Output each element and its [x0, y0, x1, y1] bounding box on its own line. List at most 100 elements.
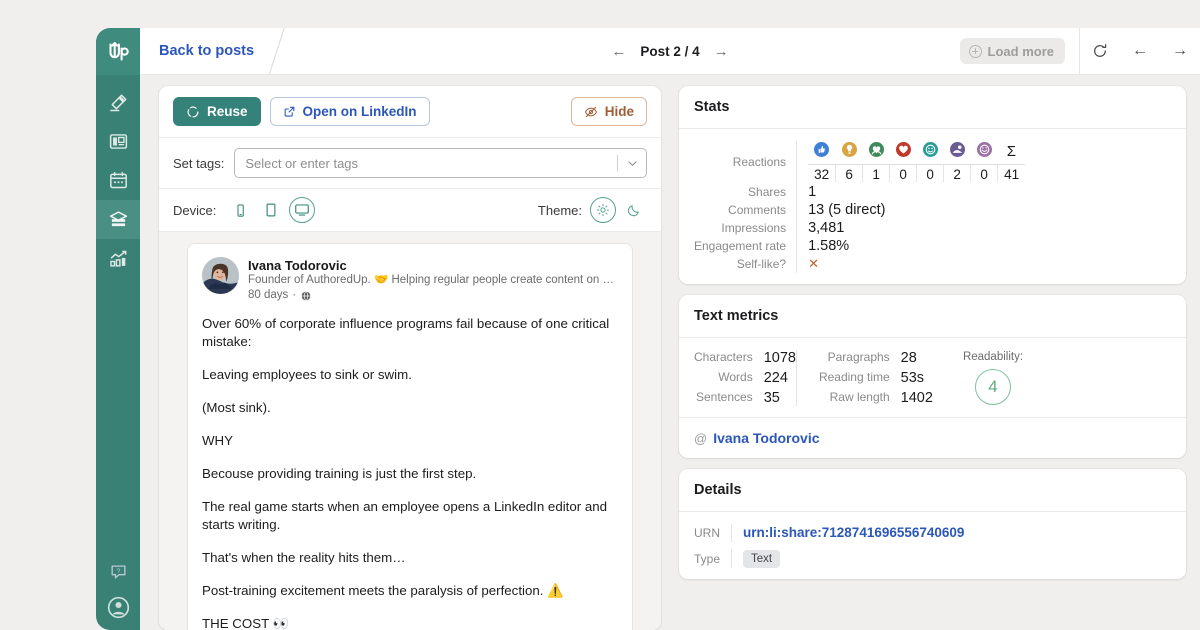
browser-back-button[interactable]: ← — [1120, 28, 1160, 75]
open-on-linkedin-button[interactable]: Open on LinkedIn — [269, 97, 430, 126]
moon-icon — [627, 205, 639, 217]
reaction-count: 32 — [808, 164, 837, 182]
characters-label: Characters — [694, 350, 753, 364]
hands-heart-icon — [868, 142, 884, 157]
urn-value[interactable]: urn:li:share:7128741696556740609 — [743, 525, 964, 540]
post-paragraph: Over 60% of corporate influence programs… — [202, 316, 610, 349]
device-desktop-button[interactable] — [289, 197, 316, 223]
svg-text:?: ? — [116, 567, 120, 574]
avatar — [202, 257, 239, 294]
refresh-button[interactable] — [1080, 28, 1120, 75]
author-name: Ivana Todorovic — [248, 258, 347, 273]
post-timestamp: 80 days — [248, 289, 289, 301]
self-like-label: Self-like? — [736, 257, 787, 271]
plus-circle-icon — [968, 44, 982, 58]
engagement-rate-value: 1.58% — [796, 237, 1171, 255]
browser-forward-button[interactable]: → — [1160, 28, 1200, 75]
text-metrics-title: Text metrics — [679, 295, 1186, 338]
characters-value: 1078 — [763, 350, 796, 366]
reaction-insightful-icon-cell[interactable] — [916, 142, 944, 165]
sidebar-item-help[interactable]: ? — [105, 558, 131, 584]
reaction-like-icon-cell[interactable] — [808, 142, 836, 165]
sun-icon — [596, 203, 610, 217]
readability-widget: Readability: 4 — [963, 350, 1023, 405]
load-more-button[interactable]: Load more — [959, 38, 1065, 64]
reading-time-label: Reading time — [818, 370, 890, 384]
stats-card: Stats Reactions Σ 32 6 1 0 0 2 0 41 Shar… — [679, 86, 1186, 284]
sidebar-bottom-nav: ? — [96, 558, 140, 620]
analytics-column: Stats Reactions Σ 32 6 1 0 0 2 0 41 Shar… — [672, 86, 1200, 630]
words-label: Words — [718, 370, 753, 384]
set-tags-label: Set tags: — [173, 155, 225, 171]
reaction-icons-row: Σ — [808, 142, 1026, 165]
post-paragraph: THE COST 👀 — [202, 616, 290, 630]
details-body: URN urn:li:share:7128741696556740609 Typ… — [679, 512, 1186, 579]
device-tablet-button[interactable] — [258, 197, 284, 223]
mention-link[interactable]: Ivana Todorovic — [713, 430, 819, 446]
device-mobile-button[interactable] — [227, 197, 253, 223]
chevron-down-icon — [627, 160, 637, 166]
sidebar-item-write-post[interactable] — [96, 83, 140, 122]
reactions-label: Reactions — [732, 155, 787, 169]
readability-label: Readability: — [962, 351, 1024, 363]
lightbulb-icon — [841, 142, 857, 157]
reaction-celebrate-icon-cell[interactable] — [835, 142, 863, 165]
post-navigator: ← Post 2 / 4 → — [611, 43, 728, 60]
sidebar-item-account[interactable] — [105, 594, 131, 620]
sidebar-item-archive[interactable] — [96, 200, 140, 239]
reaction-funny-icon-cell[interactable] — [970, 142, 998, 165]
top-bar: Back to posts ← Post 2 / 4 → Load more ←… — [140, 28, 1200, 75]
stats-table: Reactions Σ 32 6 1 0 0 2 0 41 Shares 1 C… — [694, 141, 1171, 273]
sidebar-item-scheduled[interactable] — [96, 161, 140, 200]
reactions-total-symbol-cell: Σ — [997, 142, 1026, 165]
content-region: Reuse Open on LinkedIn Hide Set tags: Se… — [140, 75, 1200, 630]
back-to-posts-link[interactable]: Back to posts — [140, 43, 268, 59]
tags-input-wrapper[interactable] — [234, 148, 647, 178]
impressions-label: Impressions — [721, 221, 787, 235]
face-smile-icon — [922, 142, 938, 157]
theme-dark-button[interactable] — [621, 197, 647, 223]
table-row: Shares 1 — [694, 183, 1171, 201]
post-paragraph: The real game starts when an employee op… — [202, 499, 608, 532]
reaction-love-icon-cell[interactable] — [889, 142, 917, 165]
funny-icon — [976, 142, 992, 157]
timestamp-separator: · — [292, 289, 297, 301]
calendar-icon — [109, 172, 127, 189]
reuse-button[interactable]: Reuse — [173, 97, 261, 126]
device-theme-row: Device: Theme: — [159, 189, 661, 232]
type-value-cell: Text — [731, 549, 1171, 568]
details-title: Details — [679, 469, 1186, 512]
device-label: Device: — [173, 202, 217, 218]
readability-score: 4 — [974, 369, 1011, 405]
open-on-linkedin-label: Open on LinkedIn — [302, 104, 417, 119]
app-logo[interactable] — [96, 28, 140, 75]
topbar-actions: Load more ← → — [959, 28, 1200, 75]
left-sidebar: ? — [96, 28, 140, 630]
comments-label: Comments — [728, 203, 787, 217]
post-author: Ivana Todorovic Founder of AuthoredUp. 🤝… — [202, 257, 618, 303]
theme-light-button[interactable] — [590, 197, 616, 223]
tags-input[interactable] — [235, 149, 617, 177]
reaction-curious-icon-cell[interactable] — [943, 142, 971, 165]
hide-button[interactable]: Hide — [570, 97, 647, 126]
reaction-count: 6 — [835, 164, 864, 182]
sidebar-item-analytics[interactable] — [96, 239, 140, 278]
table-row: Self-like? ✕ — [694, 255, 1171, 273]
reaction-count: 0 — [916, 164, 945, 182]
post-paragraph: Post-training excitement meets the paral… — [202, 583, 564, 598]
prev-post-arrow-icon[interactable]: ← — [611, 43, 626, 60]
reactions-cell: Σ 32 6 1 0 0 2 0 41 — [796, 141, 1171, 183]
paragraphs-label: Paragraphs — [827, 350, 890, 364]
reaction-support-icon-cell[interactable] — [862, 142, 890, 165]
reactions-total: 41 — [1004, 167, 1020, 182]
text-metrics-body: Characters 1078 Words 224 Sentences 35 P… — [679, 338, 1186, 417]
pen-icon — [109, 94, 126, 112]
post-text: Over 60% of corporate influence programs… — [202, 315, 618, 630]
sidebar-item-drafts[interactable] — [96, 122, 140, 161]
post-counter: Post 2 / 4 — [640, 43, 700, 59]
tablet-icon — [266, 203, 276, 217]
app-window: ? Back to posts ← Post 2 / 4 → Load more… — [96, 28, 1200, 630]
next-post-arrow-icon[interactable]: → — [714, 43, 729, 60]
tags-dropdown-toggle[interactable] — [618, 157, 646, 170]
reaction-count: 0 — [889, 164, 918, 182]
